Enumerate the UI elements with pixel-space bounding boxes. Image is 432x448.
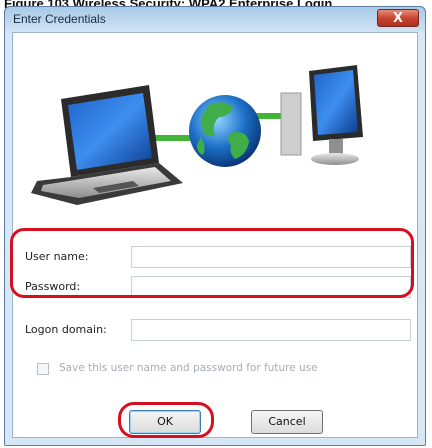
password-label: Password: xyxy=(25,280,81,293)
close-button[interactable]: X xyxy=(377,9,419,27)
user-name-field[interactable] xyxy=(131,246,411,268)
dialog-content: User name: Password: Logon domain: Save … xyxy=(12,32,418,438)
enter-credentials-dialog: Enter Credentials X User name: Password:… xyxy=(4,6,426,446)
user-name-label: User name: xyxy=(25,250,89,263)
logon-domain-field[interactable] xyxy=(131,319,411,341)
remember-credentials-label: Save this user name and password for fut… xyxy=(59,362,318,374)
network-illustration xyxy=(31,65,363,205)
remember-credentials-row[interactable]: Save this user name and password for fut… xyxy=(37,362,407,378)
button-bar: OK Cancel xyxy=(5,393,425,445)
desktop-computer-icon xyxy=(280,65,363,165)
user-name-row: User name: xyxy=(13,245,417,271)
laptop-icon xyxy=(31,85,183,205)
globe-icon xyxy=(189,95,261,167)
cancel-button[interactable]: Cancel xyxy=(251,410,323,434)
title-bar[interactable]: Enter Credentials X xyxy=(5,7,425,31)
remember-credentials-checkbox[interactable] xyxy=(37,363,49,375)
logon-domain-label: Logon domain: xyxy=(25,323,107,336)
password-field[interactable] xyxy=(131,276,411,298)
password-row: Password: xyxy=(13,275,417,301)
logon-domain-row: Logon domain: xyxy=(13,318,417,344)
dialog-title: Enter Credentials xyxy=(13,12,106,26)
ok-button[interactable]: OK xyxy=(129,410,201,434)
